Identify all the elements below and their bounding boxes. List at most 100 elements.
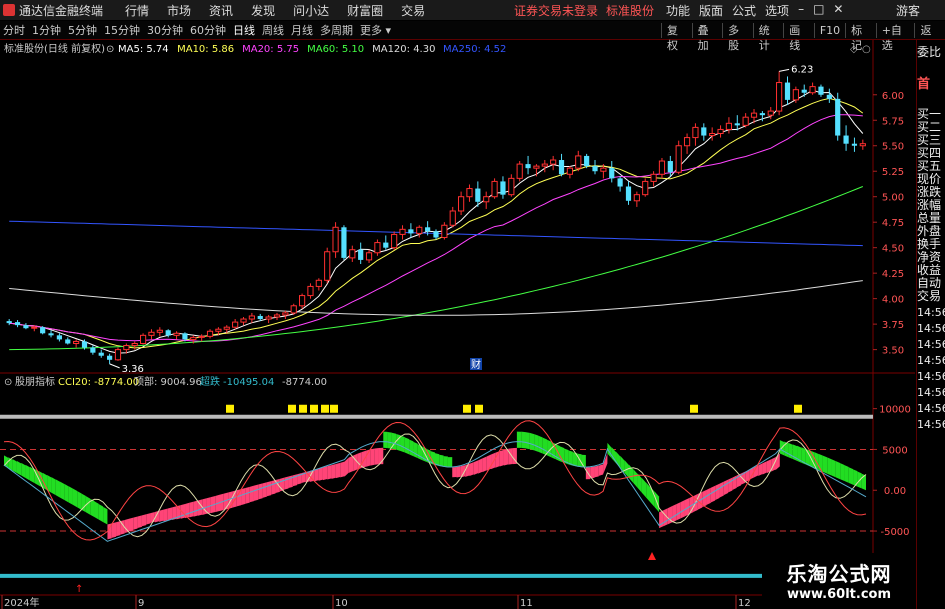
cci-ribbon-segment: [189, 501, 194, 518]
period-tab[interactable]: 分时: [3, 22, 25, 38]
menu-item-market[interactable]: 市场: [167, 2, 191, 19]
candle: [818, 84, 824, 97]
cci-ribbon-segment: [641, 478, 647, 498]
menu-item-news[interactable]: 资讯: [209, 2, 233, 19]
menu-options[interactable]: 选项: [765, 2, 789, 19]
period-tab-active[interactable]: 日线: [233, 22, 255, 38]
menu-item-ask[interactable]: 问小达: [293, 2, 329, 19]
candle: [65, 337, 71, 345]
ma-legend-1: MA10: 5.86: [177, 44, 234, 55]
cci-ribbon-segment: [202, 498, 207, 515]
cci-ribbon-segment: [443, 456, 448, 468]
candle-body: [575, 155, 582, 169]
guest-label[interactable]: 游客: [896, 2, 920, 19]
quote-panel-item: 14:56: [917, 306, 945, 319]
candle: [273, 312, 281, 321]
candle-body: [257, 315, 263, 320]
cci-ribbon-segment: [193, 500, 198, 517]
cci-ribbon-segment: [710, 485, 716, 503]
menu-item-quotes[interactable]: 行情: [125, 2, 149, 19]
cci-ribbon-segment: [21, 462, 26, 478]
chart-area[interactable]: ↑ 6.00 5.75 5.50 5.25 5.00 4.75 4.50 4.25 4.00 3.…: [0, 40, 945, 609]
period-tab[interactable]: 多周期: [320, 22, 353, 38]
candle-body: [592, 166, 598, 172]
toolbar-restore[interactable]: 复权: [661, 23, 692, 52]
toolbar-f10[interactable]: F10: [813, 23, 845, 38]
menu-layout[interactable]: 版面: [699, 2, 723, 19]
candle-body: [56, 335, 62, 340]
candle: [365, 249, 373, 263]
period-tab[interactable]: 5分钟: [68, 22, 97, 38]
quote-panel-item[interactable]: 委比: [917, 46, 945, 62]
candle: [575, 150, 582, 172]
maximize-button[interactable]: □: [813, 2, 824, 19]
toolbar-mark[interactable]: 标记: [845, 23, 876, 52]
cci-ribbon-segment: [409, 439, 414, 457]
candle-body: [683, 137, 691, 147]
minimize-button[interactable]: –: [798, 2, 804, 19]
candle: [131, 341, 138, 350]
candle-body: [6, 321, 12, 324]
candle-body: [81, 341, 88, 348]
cci-oversold-value: -10495.04: [223, 377, 274, 388]
cci-ribbon-segment: [387, 431, 392, 449]
candle: [48, 330, 54, 338]
cci-ribbon-segment: [137, 515, 142, 528]
cci-ribbon-segment: [64, 483, 69, 503]
cci-ribbon-segment: [55, 479, 61, 498]
menu-item-trade[interactable]: 交易: [401, 2, 425, 19]
login-warning[interactable]: 证券交易未登录: [514, 2, 598, 19]
cci-ribbon-segment: [85, 496, 91, 515]
toolbar-back[interactable]: 返回: [914, 23, 945, 52]
chevron-down-icon: ▾: [385, 24, 392, 37]
close-button[interactable]: ✕: [833, 2, 843, 19]
candle-body: [65, 339, 71, 344]
candle-body: [215, 328, 222, 332]
candle: [609, 161, 615, 183]
candle-body: [835, 98, 841, 136]
period-tab[interactable]: 15分钟: [104, 22, 140, 38]
period-tab[interactable]: 1分钟: [32, 22, 61, 38]
toolbar-draw[interactable]: 画线: [783, 23, 814, 52]
cci-ribbon-segment: [128, 517, 134, 532]
low-price-label: 3.36: [122, 364, 144, 375]
candle-body: [491, 180, 498, 198]
menu-item-discover[interactable]: 发现: [251, 2, 275, 19]
cci-ribbon-segment: [396, 433, 401, 451]
toolbar-multi[interactable]: 多股: [722, 23, 753, 52]
candle: [584, 153, 590, 169]
cci-ribbon-segment: [728, 477, 733, 493]
menu-function[interactable]: 功能: [666, 2, 690, 19]
cci-ribbon-segment: [598, 464, 604, 476]
candle: [307, 283, 314, 299]
candle: [851, 137, 858, 152]
signal-marker: [310, 404, 318, 413]
finance-marker: 财: [471, 358, 481, 371]
period-tab[interactable]: 60分钟: [190, 22, 226, 38]
cci-ribbon-segment: [482, 456, 487, 473]
cci-ribbon-segment: [167, 507, 173, 521]
toolbar-stats[interactable]: 统计: [752, 23, 784, 52]
toolbar-add-watch[interactable]: +自选: [875, 23, 915, 52]
candle: [826, 88, 832, 103]
quote-panel-item[interactable]: 首: [917, 62, 945, 108]
cci-ribbon-segment: [327, 465, 332, 480]
toolbar-overlay[interactable]: 叠加: [691, 23, 723, 52]
period-tab-more[interactable]: 更多 ▾: [360, 22, 391, 38]
cci-ribbon-segment: [146, 513, 151, 525]
cci-ribbon-segment: [98, 504, 104, 523]
period-tab[interactable]: 30分钟: [147, 22, 183, 38]
cci-ribbon-segment: [271, 479, 276, 495]
price-tick-label: 3.50: [882, 346, 904, 357]
quote-panel-item: 14:56: [917, 370, 945, 383]
menu-formula[interactable]: 公式: [732, 2, 756, 19]
quote-panel-item: 14:56: [917, 354, 945, 367]
candle-body: [500, 181, 506, 195]
period-tab[interactable]: 周线: [262, 22, 284, 38]
menu-item-wealth[interactable]: 财富圈: [347, 2, 383, 19]
cci-ribbon-segment: [542, 437, 548, 456]
cci-ribbon-segment: [529, 432, 535, 451]
period-tab[interactable]: 月线: [291, 22, 313, 38]
candle-body: [525, 164, 531, 169]
x-axis-label: 2024年: [4, 596, 39, 609]
